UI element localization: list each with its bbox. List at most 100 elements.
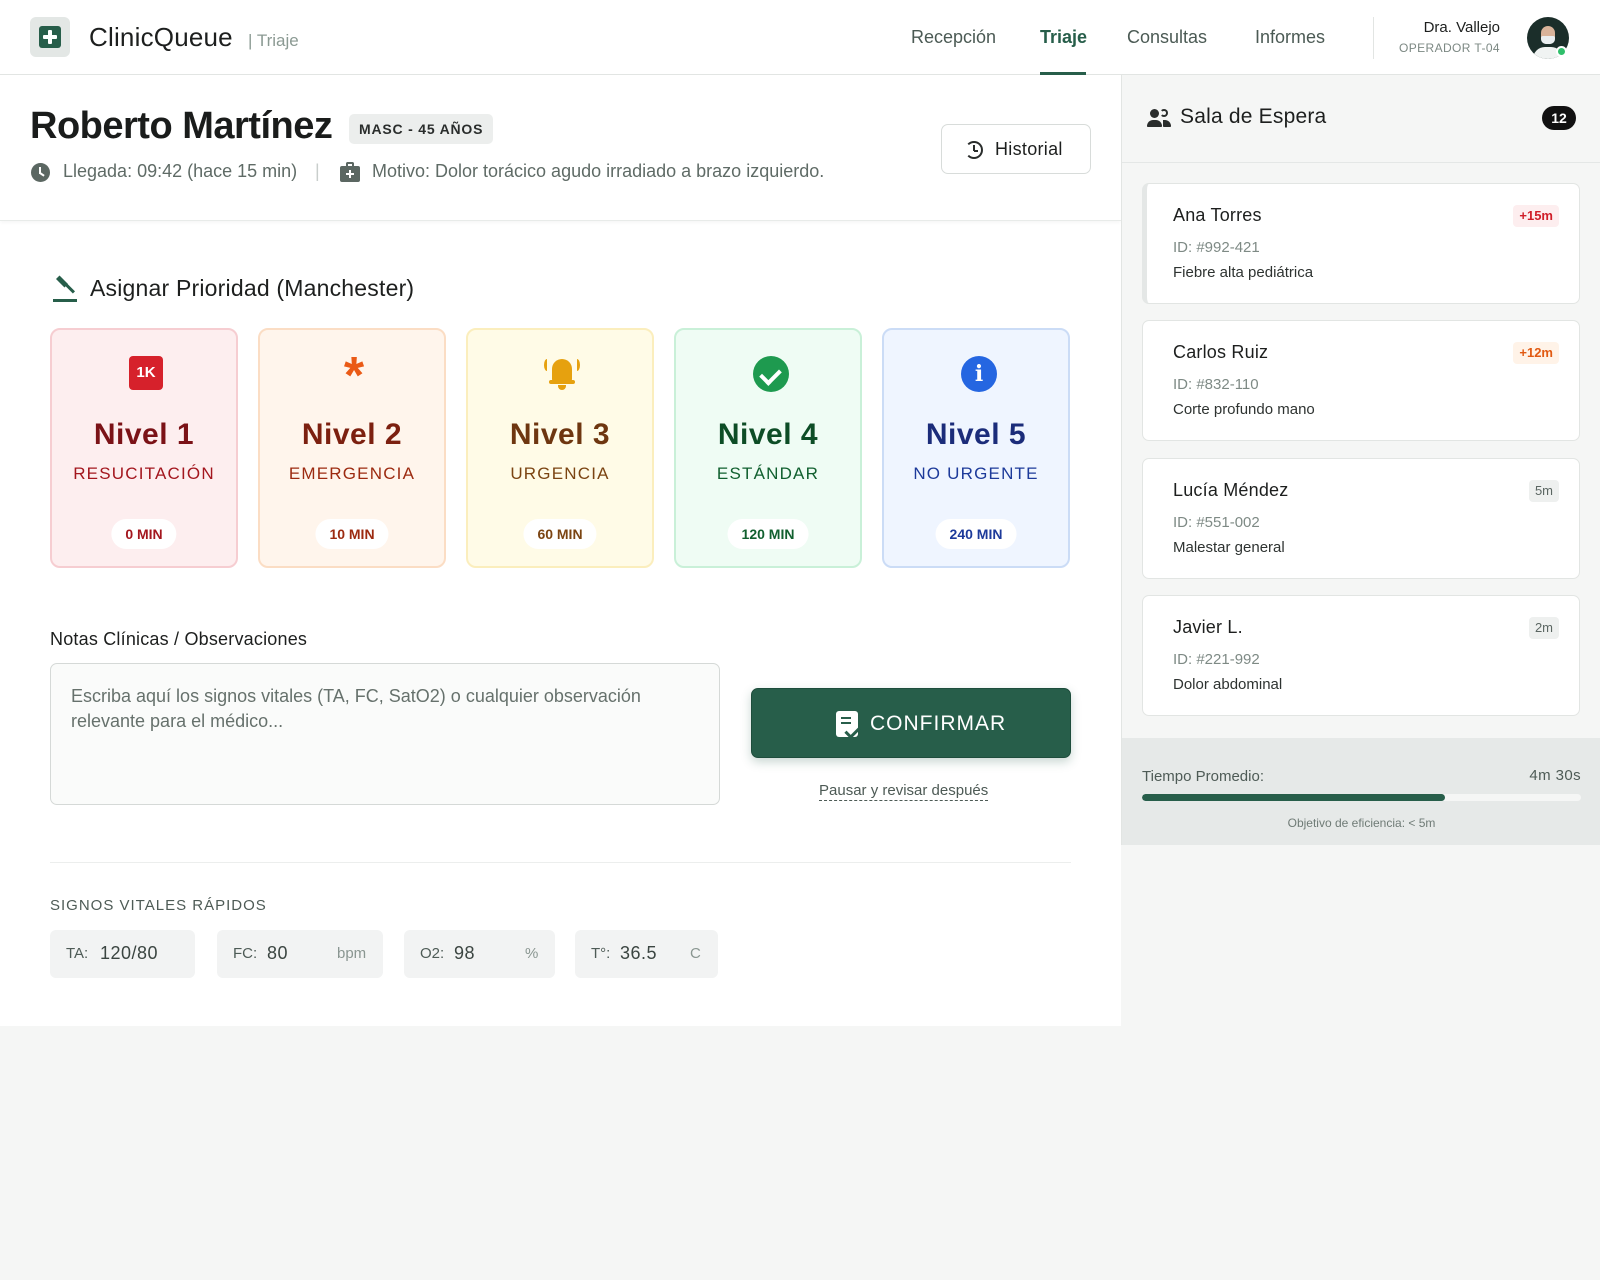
online-status-icon <box>1556 46 1567 57</box>
clock-icon <box>31 163 50 182</box>
level-max-wait: 0 MIN <box>111 519 177 549</box>
waiting-patient-name: Ana Torres <box>1173 205 1262 225</box>
waiting-room-header: Sala de Espera 12 <box>1122 75 1600 163</box>
average-time-progress-fill <box>1142 794 1445 801</box>
vital-label: O2: <box>420 945 445 962</box>
bell-icon <box>544 356 580 390</box>
visit-reason: Motivo: Dolor torácico agudo irradiado a… <box>372 161 825 181</box>
history-button-label: Historial <box>995 139 1063 159</box>
waiting-patient-reason: Fiebre alta pediátrica <box>1173 264 1314 281</box>
level-name: Nivel 4 <box>717 418 819 451</box>
section-divider <box>50 862 1071 863</box>
priority-section-title: Asignar Prioridad (Manchester) <box>90 275 415 301</box>
priority-level-5-card[interactable]: i Nivel 5 NO URGENTE 240 MIN <box>882 328 1070 568</box>
history-icon <box>965 141 983 159</box>
pause-review-link[interactable]: Pausar y revisar después <box>819 782 989 801</box>
vitals-title: SIGNOS VITALES RÁPIDOS <box>50 897 267 914</box>
nav-item-recepcion[interactable]: Recepción <box>911 27 996 48</box>
notes-label: Notas Clínicas / Observaciones <box>50 629 308 649</box>
waiting-patient-card[interactable]: Javier L. ID: #221-992 Dolor abdominal 2… <box>1142 595 1580 716</box>
vital-unit: % <box>525 945 539 962</box>
priority-level-4-card[interactable]: Nivel 4 ESTÁNDAR 120 MIN <box>674 328 862 568</box>
wait-time-badge: +15m <box>1513 205 1559 227</box>
vital-value: 80 <box>267 943 289 963</box>
arrival-time: Llegada: 09:42 (hace 15 min) <box>63 161 298 181</box>
average-time-panel: Tiempo Promedio: 4m 30s Objetivo de efic… <box>1122 738 1600 845</box>
priority-level-3-card[interactable]: Nivel 3 URGENCIA 60 MIN <box>466 328 654 568</box>
user-name: Dra. Vallejo <box>1423 19 1500 36</box>
waiting-patient-id: ID: #832-110 <box>1173 376 1259 393</box>
history-button[interactable]: Historial <box>941 124 1091 174</box>
vital-ta-field[interactable]: TA: 120/80 <box>50 930 195 978</box>
meta-separator: | <box>315 161 320 181</box>
user-role: OPERADOR T-04 <box>1398 41 1500 55</box>
priority-level-1-card[interactable]: 1K Nivel 1 RESUCITACIÓN 0 MIN <box>50 328 238 568</box>
level-label: RESUCITACIÓN <box>73 464 215 483</box>
app-logo-icon[interactable] <box>30 17 70 57</box>
check-circle-icon <box>753 356 789 392</box>
confirm-button[interactable]: CONFIRMAR <box>751 688 1071 758</box>
info-icon: i <box>961 356 997 392</box>
app-name: ClinicQueue <box>89 22 233 52</box>
vital-fc-field[interactable]: FC: 80 bpm <box>217 930 383 978</box>
level-name: Nivel 5 <box>925 418 1027 451</box>
waiting-count-badge: 12 <box>1542 106 1576 130</box>
patient-header: Roberto Martínez MASC - 45 AÑOS Llegada:… <box>0 75 1121 221</box>
vital-value: 120/80 <box>100 943 159 963</box>
average-time-progress <box>1142 794 1581 801</box>
nav-item-informes[interactable]: Informes <box>1255 27 1325 48</box>
1k-icon: 1K <box>129 356 163 390</box>
waiting-patient-card[interactable]: Lucía Méndez ID: #551-002 Malestar gener… <box>1142 458 1580 579</box>
confirm-button-label: CONFIRMAR <box>870 712 1007 735</box>
clinical-notes-input[interactable] <box>50 663 720 805</box>
gavel-icon <box>52 275 78 303</box>
level-max-wait: 240 MIN <box>935 519 1017 549</box>
waiting-patient-reason: Malestar general <box>1173 539 1285 556</box>
vital-unit: C <box>690 945 701 962</box>
wait-time-badge: 5m <box>1528 480 1559 502</box>
level-max-wait: 60 MIN <box>523 519 597 549</box>
vital-value: 98 <box>454 943 476 963</box>
confirm-document-icon <box>836 711 858 737</box>
vital-temp-field[interactable]: T°: 36.5 C <box>575 930 718 978</box>
waiting-patient-name: Carlos Ruiz <box>1173 342 1269 362</box>
waiting-patient-card[interactable]: Carlos Ruiz ID: #832-110 Corte profundo … <box>1142 320 1580 441</box>
wait-time-badge: +12m <box>1513 342 1559 364</box>
app-section-label: | Triaje <box>248 31 299 50</box>
waiting-patient-id: ID: #992-421 <box>1173 239 1260 256</box>
asterisk-icon: * <box>343 347 365 405</box>
waiting-patient-name: Javier L. <box>1173 617 1243 637</box>
patient-name: Roberto Martínez <box>30 105 333 147</box>
nav-item-consultas[interactable]: Consultas <box>1127 27 1207 48</box>
level-max-wait: 10 MIN <box>315 519 389 549</box>
waiting-patient-card[interactable]: Ana Torres ID: #992-421 Fiebre alta pedi… <box>1142 183 1580 304</box>
wait-time-badge: 2m <box>1528 617 1559 639</box>
waiting-room-title: Sala de Espera <box>1180 105 1327 128</box>
group-icon <box>1147 109 1171 127</box>
waiting-patient-reason: Corte profundo mano <box>1173 401 1315 418</box>
average-time-value: 4m 30s <box>1529 767 1581 784</box>
waiting-patient-id: ID: #551-002 <box>1173 514 1260 531</box>
level-label: URGENCIA <box>510 464 610 483</box>
top-header: ClinicQueue | Triaje Recepción Triaje Co… <box>0 0 1600 75</box>
priority-level-2-card[interactable]: * Nivel 2 EMERGENCIA 10 MIN <box>258 328 446 568</box>
header-divider <box>1373 17 1374 59</box>
waiting-patient-name: Lucía Méndez <box>1173 480 1289 500</box>
level-label: ESTÁNDAR <box>716 464 820 483</box>
level-name: Nivel 3 <box>509 418 611 451</box>
vital-label: FC: <box>233 945 258 962</box>
nav-item-triaje[interactable]: Triaje <box>1040 27 1087 48</box>
level-name: Nivel 2 <box>301 418 403 451</box>
triage-panel: Roberto Martínez MASC - 45 AÑOS Llegada:… <box>0 75 1121 1026</box>
waiting-room-sidebar: Sala de Espera 12 Ana Torres ID: #992-42… <box>1121 75 1600 845</box>
level-label: EMERGENCIA <box>288 464 416 483</box>
priority-levels: 1K Nivel 1 RESUCITACIÓN 0 MIN * Nivel 2 … <box>50 328 1071 568</box>
average-time-label: Tiempo Promedio: <box>1142 768 1264 785</box>
efficiency-goal: Objetivo de eficiencia: < 5m <box>1287 816 1436 830</box>
vital-unit: bpm <box>337 945 367 962</box>
patient-demographics-badge: MASC - 45 AÑOS <box>349 114 494 144</box>
level-name: Nivel 1 <box>93 418 195 451</box>
vital-label: T°: <box>591 945 611 962</box>
level-label: NO URGENTE <box>913 464 1039 483</box>
vital-o2-field[interactable]: O2: 98 % <box>404 930 555 978</box>
